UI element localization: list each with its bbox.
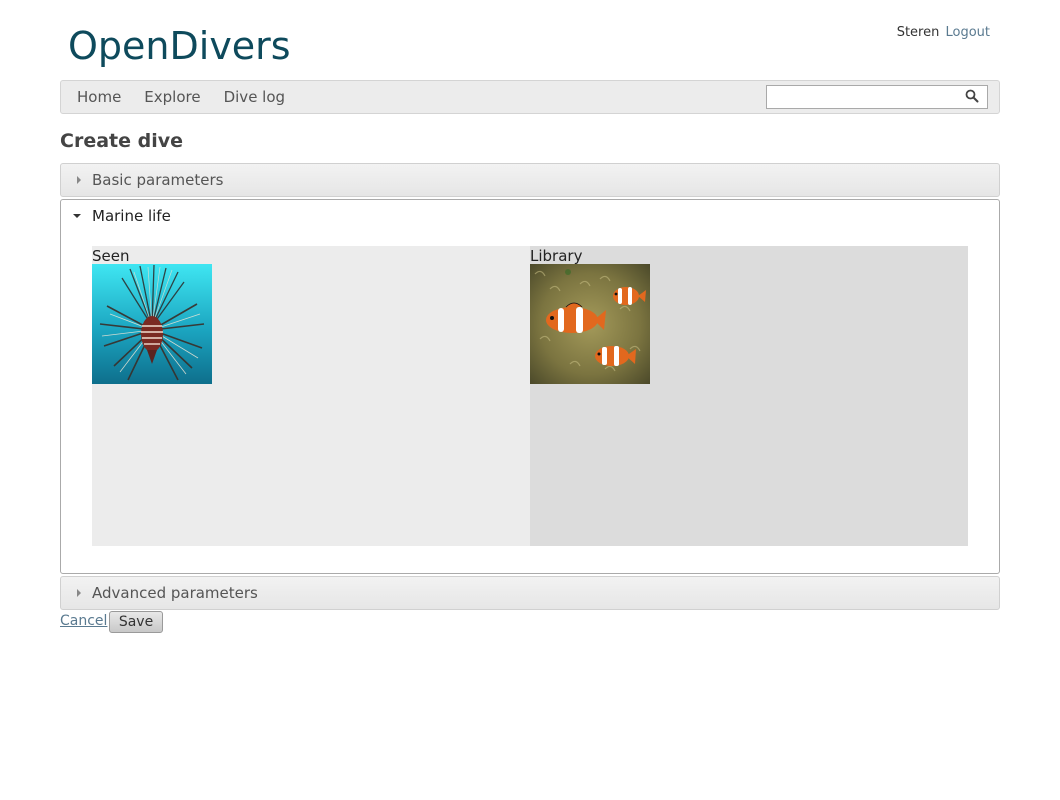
chevron-right-icon [77, 176, 81, 184]
library-label: Library [530, 247, 583, 265]
page: OpenDivers Steren Logout Home Explore Di… [0, 0, 1060, 800]
section-label: Advanced parameters [92, 584, 258, 602]
nav-items: Home Explore Dive log [77, 81, 308, 113]
navbar: Home Explore Dive log [60, 80, 1000, 114]
page-title: Create dive [60, 130, 183, 152]
search-box [766, 85, 988, 109]
cancel-link[interactable]: Cancel [60, 613, 107, 629]
username: Steren [896, 25, 940, 40]
search-icon[interactable] [965, 89, 979, 103]
search-input[interactable] [767, 86, 965, 106]
seen-label: Seen [92, 247, 130, 265]
library-pane[interactable]: Library [530, 246, 968, 546]
site-logo[interactable]: OpenDivers [68, 22, 291, 70]
section-basic-parameters[interactable]: Basic parameters [60, 163, 1000, 197]
user-box: Steren Logout [897, 25, 990, 41]
nav-item-explore[interactable]: Explore [144, 81, 200, 113]
chevron-down-icon [73, 214, 81, 218]
clownfish-thumbnail[interactable] [530, 264, 650, 384]
nav-item-dive-log[interactable]: Dive log [224, 81, 285, 113]
section-label: Basic parameters [92, 171, 224, 189]
section-marine-life-header[interactable]: Marine life [61, 200, 999, 232]
nav-item-home[interactable]: Home [77, 81, 121, 113]
logout-link[interactable]: Logout [945, 25, 990, 40]
seen-pane[interactable]: Seen [92, 246, 530, 546]
section-label: Marine life [92, 207, 171, 225]
save-button[interactable]: Save [109, 611, 163, 633]
section-marine-life: Marine life Seen Library [60, 199, 1000, 574]
chevron-right-icon [77, 589, 81, 597]
lionfish-thumbnail[interactable] [92, 264, 212, 384]
section-advanced-parameters[interactable]: Advanced parameters [60, 576, 1000, 610]
